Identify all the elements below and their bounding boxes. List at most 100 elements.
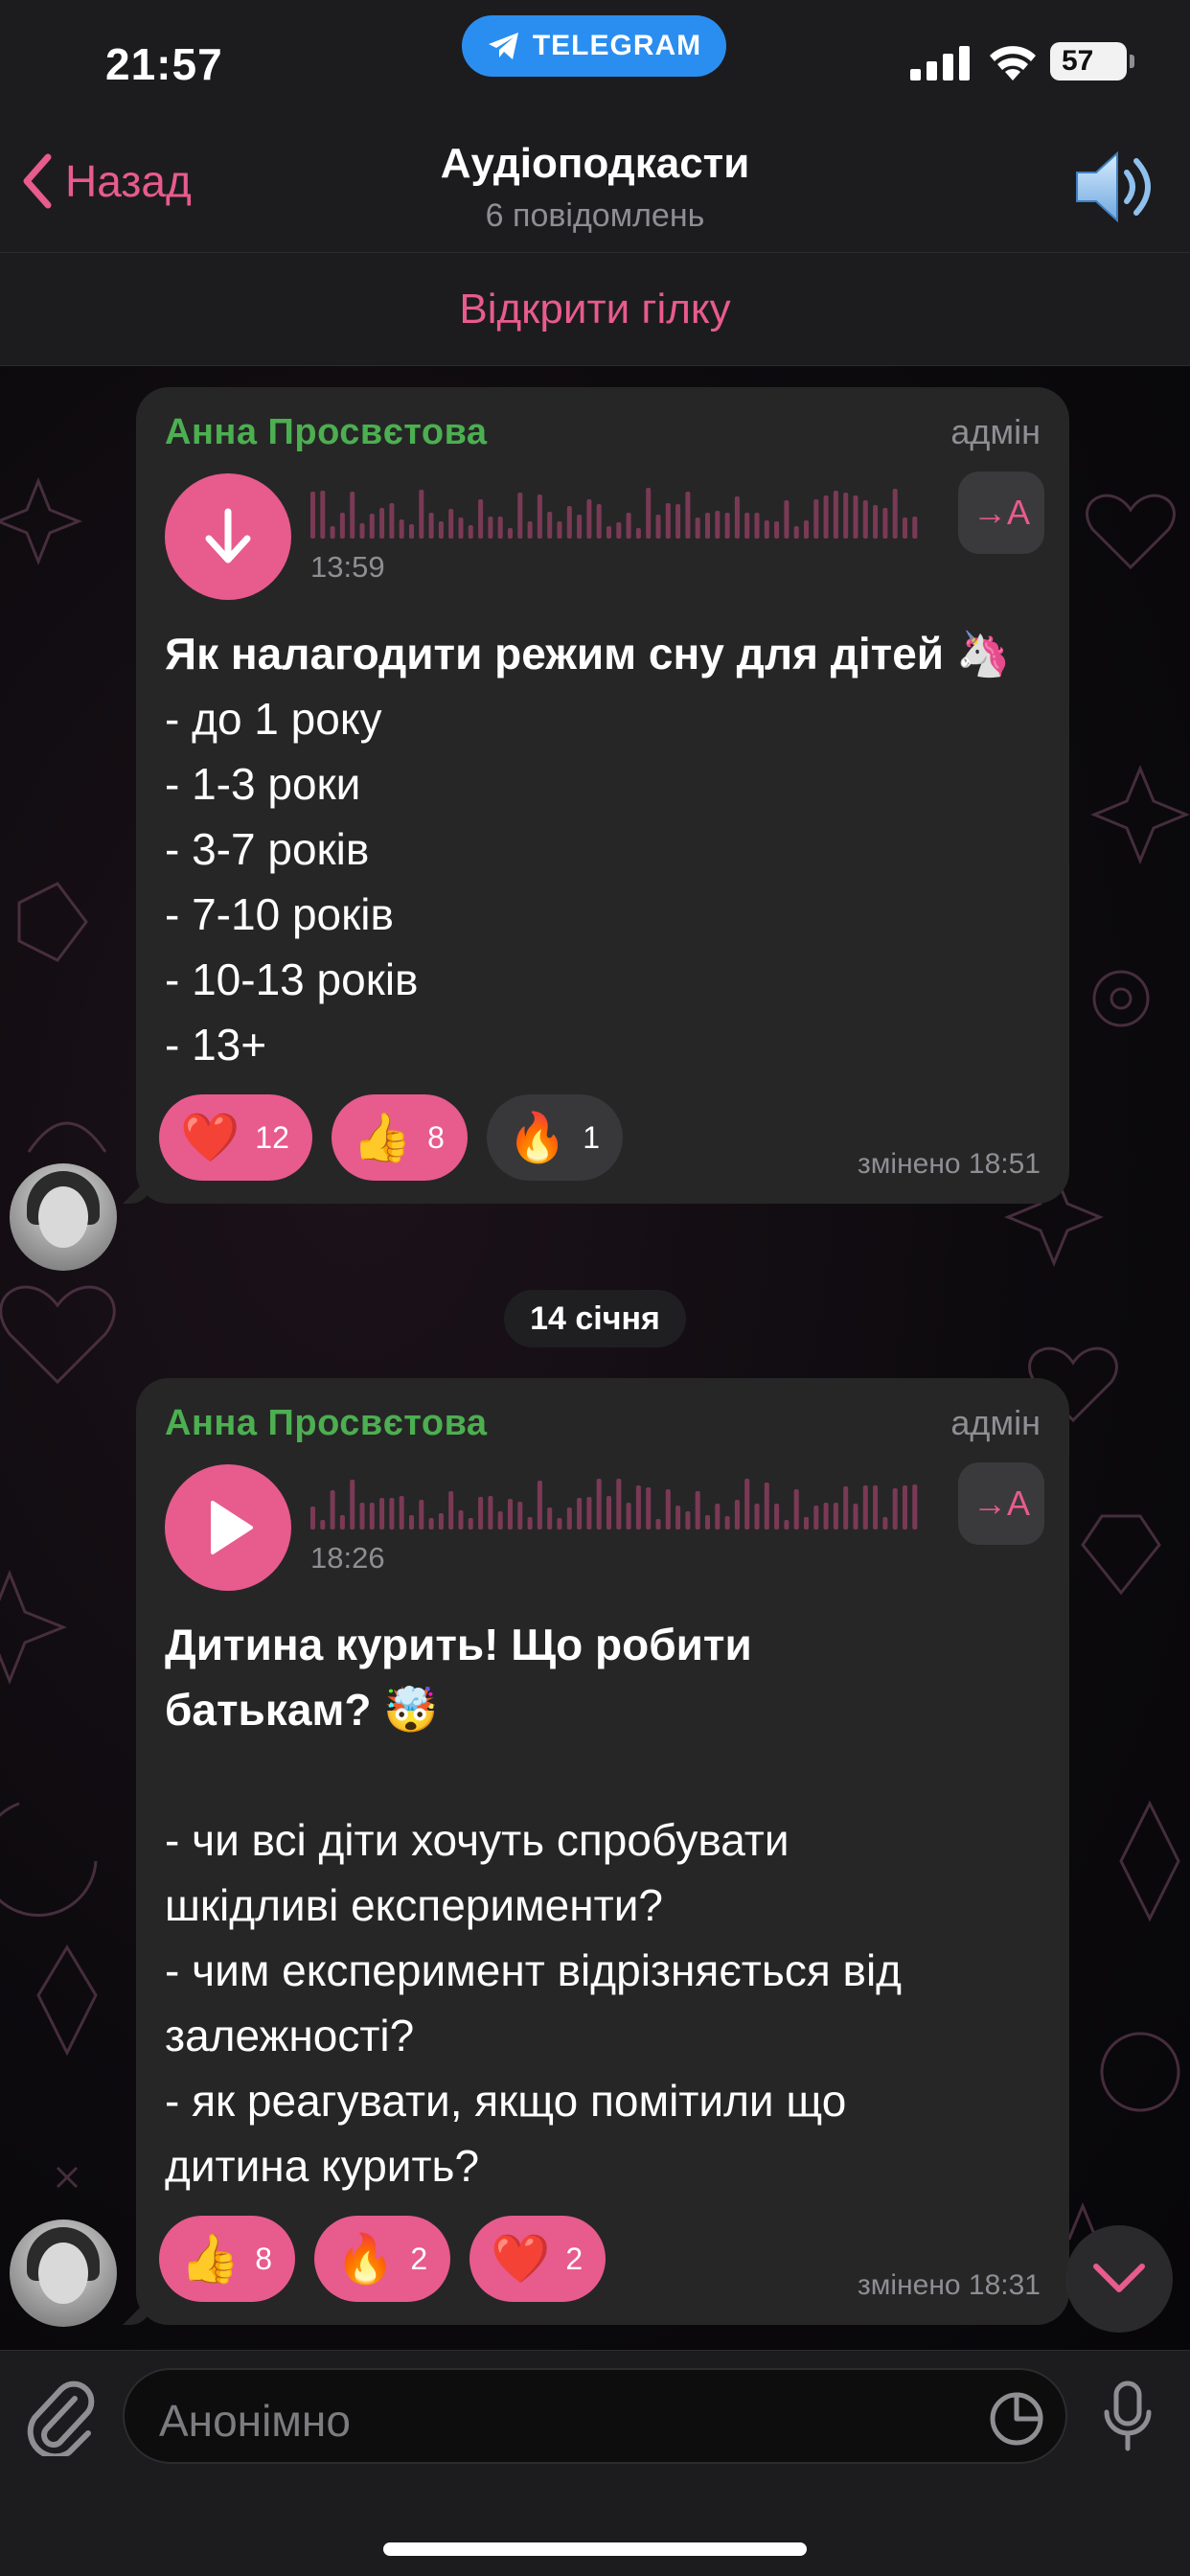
waveform-bar xyxy=(606,526,611,539)
waveform-bar xyxy=(862,500,868,539)
waveform-bar xyxy=(527,1517,533,1530)
waveform-bar xyxy=(547,1507,553,1530)
thumbs-up-emoji: 👍 xyxy=(180,2232,240,2286)
waveform-bar xyxy=(468,1518,473,1530)
reaction-thumbs-up[interactable]: 👍 8 xyxy=(159,2216,296,2302)
pill-label: TELEGRAM xyxy=(532,30,702,61)
clock: 21:57 xyxy=(105,39,223,89)
play-button[interactable] xyxy=(165,1464,291,1591)
reaction-count: 8 xyxy=(255,2241,273,2276)
sender-name[interactable]: Анна Просвєтова xyxy=(165,412,488,453)
waveform-bar xyxy=(655,1519,661,1530)
waveform-bar xyxy=(646,488,652,539)
message-title: Як налагодити режим сну для дітей 🦄 xyxy=(165,629,1012,678)
transcribe-button[interactable]: →A xyxy=(958,1462,1044,1545)
waveform-bar xyxy=(705,1515,710,1530)
message-input[interactable]: Анонімно xyxy=(123,2368,1067,2464)
waveform-bar xyxy=(754,1504,760,1530)
waveform-bar xyxy=(764,520,769,539)
waveform-bar xyxy=(813,499,819,539)
telegram-pill[interactable]: TELEGRAM xyxy=(462,15,726,77)
download-arrow-icon xyxy=(205,508,251,564)
waveform-bar xyxy=(330,526,335,539)
waveform-bar xyxy=(399,519,404,539)
waveform-bar xyxy=(912,517,918,539)
reaction-thumbs-up[interactable]: 👍 8 xyxy=(331,1094,468,1181)
waveform-bar xyxy=(438,521,444,539)
reaction-fire[interactable]: 🔥 2 xyxy=(314,2216,451,2302)
waveform-bar xyxy=(715,511,721,539)
transcribe-button[interactable]: →A xyxy=(958,472,1044,554)
edited-timestamp: змінено 18:51 xyxy=(858,1148,1041,1180)
waveform-bar xyxy=(626,513,631,539)
attach-icon[interactable] xyxy=(25,2380,98,2456)
waveform-bar xyxy=(547,512,553,539)
reaction-heart[interactable]: ❤️ 2 xyxy=(469,2216,606,2302)
waveform-bar xyxy=(379,508,385,539)
waveform-bar xyxy=(635,1485,641,1530)
waveform-bar xyxy=(586,499,592,539)
scroll-down-button[interactable] xyxy=(1065,2225,1173,2333)
reaction-heart[interactable]: ❤️ 12 xyxy=(159,1094,312,1181)
message-bubble[interactable]: Анна Просвєтова адмін 18:26 →A Дитина ку… xyxy=(136,1378,1069,2325)
waveform-bar xyxy=(527,521,533,539)
waveform-bar xyxy=(566,506,572,539)
sticker-icon[interactable] xyxy=(989,2391,1044,2447)
waveform-bar xyxy=(793,1489,799,1530)
waveform-bar xyxy=(616,522,622,539)
waveform-bar xyxy=(537,1481,542,1530)
waveform-bar xyxy=(892,1488,898,1530)
thumbs-up-emoji: 👍 xyxy=(352,1111,413,1164)
battery-level: 57 xyxy=(1062,45,1094,77)
waveform-bar xyxy=(468,525,473,539)
audio-waveform[interactable] xyxy=(310,1476,924,1533)
heart-emoji: ❤️ xyxy=(180,1111,240,1164)
waveform-bar xyxy=(310,492,315,539)
chat-title[interactable]: Аудіоподкасти xyxy=(0,140,1190,188)
message-line: - 1-3 роки xyxy=(165,759,361,809)
waveform-bar xyxy=(655,515,661,539)
waveform-bar xyxy=(438,1513,444,1530)
waveform-bar xyxy=(478,499,484,539)
battery-indicator: 57 xyxy=(1050,42,1134,80)
waveform-bar xyxy=(724,1516,730,1530)
waveform-bar xyxy=(428,1518,434,1530)
waveform-bar xyxy=(843,493,849,539)
waveform-bar xyxy=(359,523,365,539)
sender-name[interactable]: Анна Просвєтова xyxy=(165,1403,488,1444)
waveform-bar xyxy=(882,1517,888,1530)
home-indicator xyxy=(383,2542,807,2556)
reaction-fire[interactable]: 🔥 1 xyxy=(486,1094,623,1181)
speaker-icon[interactable] xyxy=(1073,146,1159,228)
waveform-bar xyxy=(635,528,641,539)
chevron-down-icon xyxy=(1093,2264,1145,2292)
download-button[interactable] xyxy=(165,473,291,600)
chat-subtitle: 6 повідомлень xyxy=(485,197,705,234)
waveform-bar xyxy=(793,526,799,539)
microphone-icon[interactable] xyxy=(1102,2380,1154,2452)
waveform-bar xyxy=(577,1498,583,1530)
avatar[interactable] xyxy=(10,1163,117,1271)
audio-duration: 13:59 xyxy=(310,550,385,584)
waveform-bar xyxy=(873,1485,879,1530)
reactions: 👍 8 🔥 2 ❤️ 2 xyxy=(159,2216,606,2302)
waveform-bar xyxy=(882,508,888,539)
waveform-bar xyxy=(339,513,345,539)
open-thread-button[interactable]: Відкрити гілку xyxy=(0,253,1190,366)
waveform-bar xyxy=(399,1496,404,1530)
waveform-bar xyxy=(695,1491,700,1530)
date-separator: 14 січня xyxy=(504,1290,686,1347)
waveform-bar xyxy=(517,1502,523,1530)
message-line: - чи всі діти хочуть спробувати xyxy=(165,1815,790,1865)
audio-waveform[interactable] xyxy=(310,485,924,542)
message-bubble[interactable]: Анна Просвєтова адмін 13:59 →A Як налаго… xyxy=(136,387,1069,1204)
waveform-bar xyxy=(616,1479,622,1530)
avatar[interactable] xyxy=(10,2220,117,2327)
waveform-bar xyxy=(833,491,838,539)
waveform-bar xyxy=(596,504,602,539)
waveform-bar xyxy=(675,1506,681,1530)
waveform-bar xyxy=(508,1499,513,1530)
waveform-bar xyxy=(508,528,513,539)
open-thread-label: Відкрити гілку xyxy=(459,285,731,333)
telegram-icon xyxy=(488,33,518,59)
